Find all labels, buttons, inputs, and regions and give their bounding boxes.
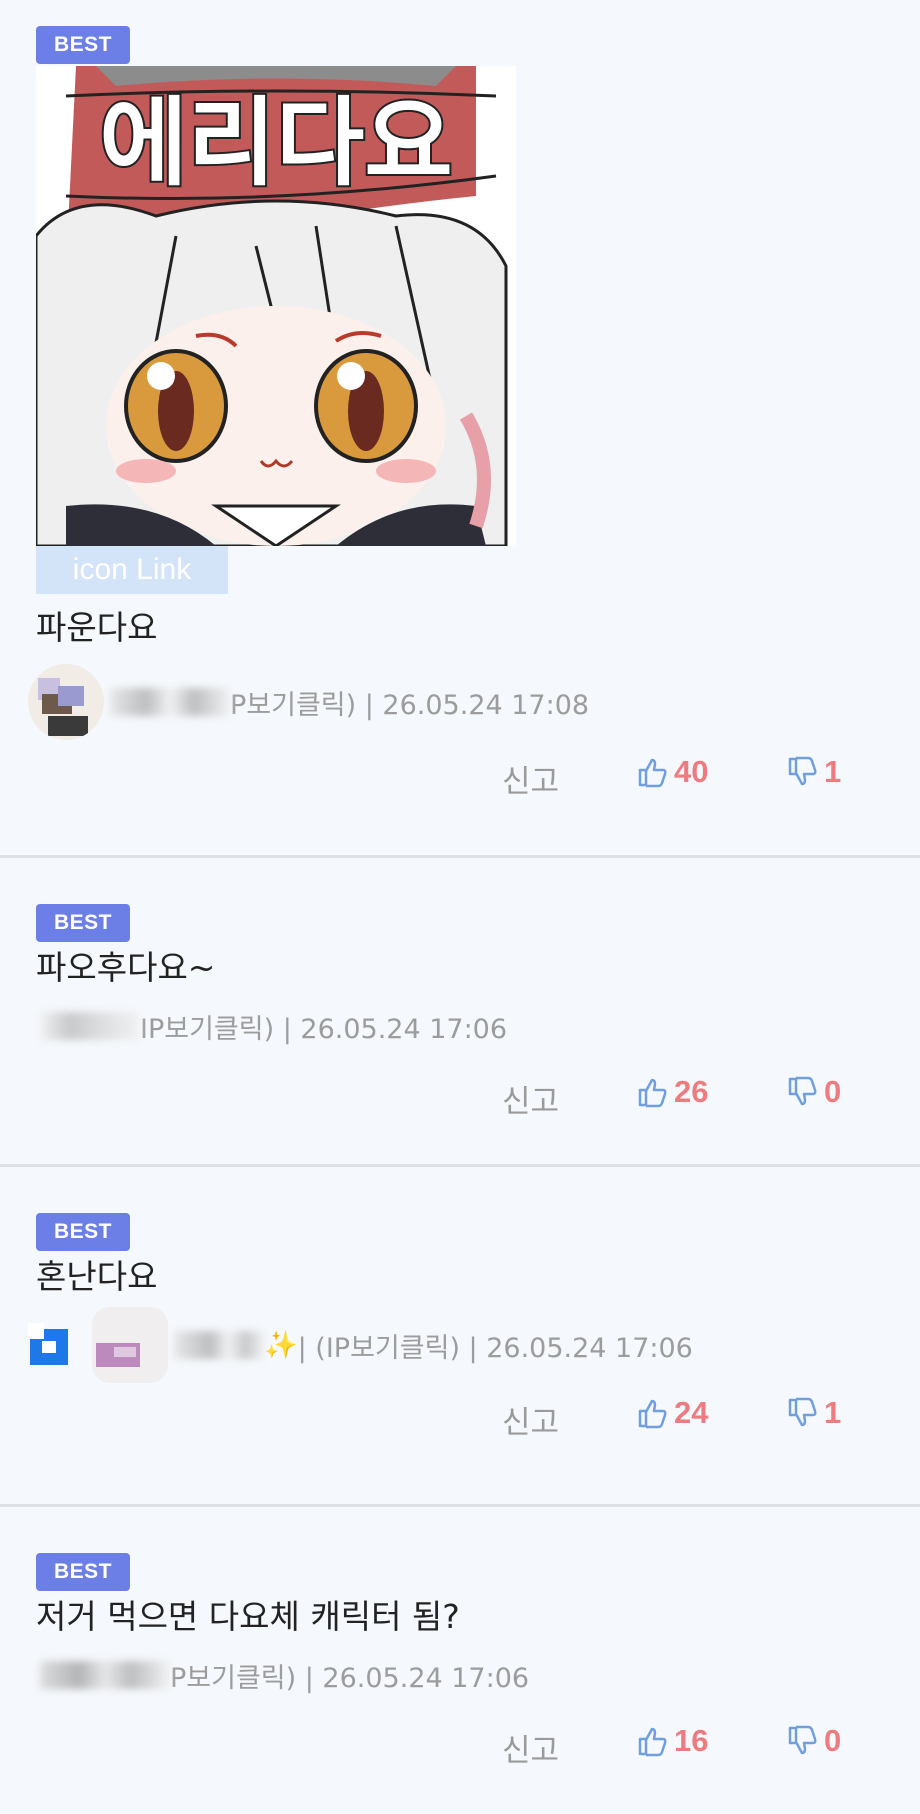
icon-link[interactable]: icon Link [36,546,228,594]
best-badge: BEST [36,26,131,64]
like-button[interactable]: 24 [636,1395,708,1431]
dislike-count: 0 [824,1723,842,1758]
thumbs-down-icon [788,1397,817,1427]
comment-meta: IP보기클릭) | 26.05.24 17:06 [36,996,920,1056]
report-button[interactable]: 신고 [502,1397,559,1442]
comment-item: BEST 파오후다요~ IP보기클릭) | 26.05.24 17:06 신고 … [0,858,920,1167]
like-count: 16 [674,1723,709,1758]
badge-icon [28,1323,68,1365]
blurred-nickname [40,1661,170,1689]
like-count: 24 [674,1395,709,1430]
avatar[interactable] [28,664,104,740]
meta-info: P보기클릭) | 26.05.24 17:08 [230,689,590,721]
comment-actions: 신고 26 0 [36,1070,920,1140]
like-count: 26 [674,1074,709,1109]
comment-actions: 신고 16 0 [36,1719,920,1789]
thumbs-down-icon [788,1725,817,1755]
like-count: 40 [674,754,709,789]
comment-item: BEST 저거 먹으면 다요체 캐릭터 됨? P보기클릭) | 26.05.24… [0,1507,920,1814]
best-badge: BEST [36,904,131,942]
comment-text: 혼난다요 [36,1257,158,1296]
comment-actions: 신고 40 1 [36,750,920,820]
like-button[interactable]: 40 [636,754,708,790]
best-badge: BEST [36,1553,131,1591]
comment-meta: P보기클릭) | 26.05.24 17:08 [28,664,920,740]
like-button[interactable]: 16 [636,1723,708,1759]
sparkle-emoji: ✨ [264,1330,298,1361]
blurred-nickname [110,688,230,716]
dislike-count: 1 [824,1395,842,1430]
meta-info: | (IP보기클릭) | 26.05.24 17:06 [297,1332,693,1364]
dislike-button[interactable]: 1 [786,754,841,790]
thumbs-up-icon [638,758,667,788]
report-button[interactable]: 신고 [502,756,559,801]
dislike-button[interactable]: 0 [786,1723,841,1759]
sticker-text: 에리다요 [99,87,452,199]
thumbs-up-icon [638,1727,667,1757]
comment-text: 파오후다요~ [36,948,216,987]
comment-list: BEST 에리다요 icon Link 파운다요 P보기클릭) | 26.05.… [0,0,920,1814]
blurred-nickname [174,1331,264,1359]
blurred-nickname [40,1012,140,1040]
dislike-button[interactable]: 0 [786,1074,841,1110]
best-badge: BEST [36,1213,131,1251]
thumbs-up-icon [638,1399,667,1429]
report-button[interactable]: 신고 [502,1725,559,1770]
report-button[interactable]: 신고 [502,1076,559,1121]
comment-text: 파운다요 [36,608,158,647]
comment-actions: 신고 24 1 [36,1391,920,1461]
dislike-count: 1 [824,754,842,789]
comment-item: BEST 에리다요 icon Link 파운다요 P보기클릭) | 26.05.… [0,0,920,858]
thumbs-down-icon [788,756,817,786]
sticker-image[interactable]: 에리다요 [36,66,516,546]
thumbs-down-icon [788,1076,817,1106]
dislike-button[interactable]: 1 [786,1395,841,1431]
meta-info: IP보기클릭) | 26.05.24 17:06 [140,1013,508,1045]
comment-text: 저거 먹으면 다요체 캐릭터 됨? [36,1597,460,1636]
comment-meta: ✨ | (IP보기클릭) | 26.05.24 17:06 [28,1307,920,1383]
thumbs-up-icon [638,1078,667,1108]
comment-meta: P보기클릭) | 26.05.24 17:06 [36,1645,920,1705]
like-button[interactable]: 26 [636,1074,708,1110]
comment-item: BEST 혼난다요 ✨ | (IP보기클릭) | 26.05.24 17:06 … [0,1167,920,1507]
meta-info: P보기클릭) | 26.05.24 17:06 [170,1662,530,1694]
dislike-count: 0 [824,1074,842,1109]
avatar[interactable] [92,1307,168,1383]
